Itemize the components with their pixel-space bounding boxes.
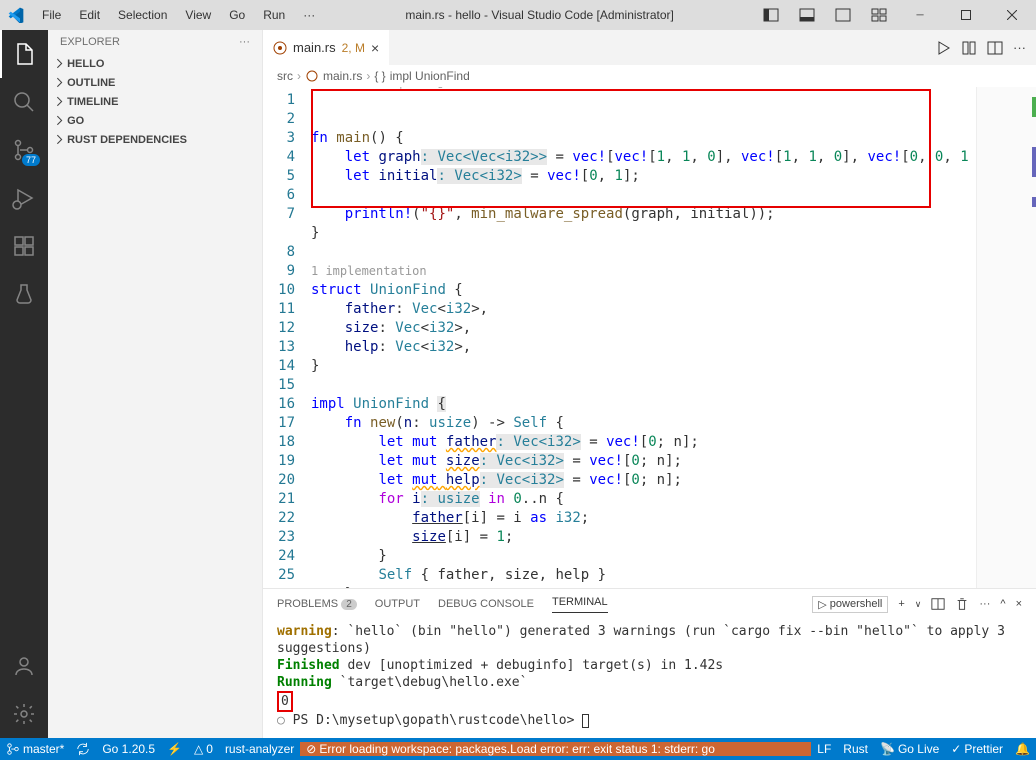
status-bar: master* Go 1.20.5 ⚡ △ 0 rust-analyzer ⊘ …: [0, 738, 1036, 760]
diff-icon[interactable]: [961, 40, 977, 56]
layout-customize-icon[interactable]: [864, 0, 894, 30]
status-lineending[interactable]: LF: [811, 742, 837, 756]
terminal-maximize-icon[interactable]: ^: [1000, 598, 1005, 610]
activity-scm[interactable]: 77: [0, 126, 48, 174]
minimap[interactable]: [976, 87, 1036, 588]
terminal-prompt: PS D:\mysetup\gopath\rustcode\hello>: [293, 713, 583, 728]
rust-file-icon: [273, 41, 287, 55]
status-bell-icon[interactable]: 🔔: [1009, 742, 1036, 756]
menu-more[interactable]: ···: [295, 4, 323, 26]
menu-run[interactable]: Run: [255, 4, 293, 26]
tab-bar: main.rs 2, M × ···: [263, 30, 1036, 65]
activity-debug[interactable]: [0, 174, 48, 222]
tab-close-icon[interactable]: ×: [371, 40, 379, 56]
status-prettier[interactable]: ✓ Prettier: [945, 742, 1009, 756]
activity-account[interactable]: [0, 642, 48, 690]
activity-explorer[interactable]: [0, 30, 48, 78]
status-language[interactable]: Rust: [837, 742, 874, 756]
window-title: main.rs - hello - Visual Studio Code [Ad…: [323, 8, 756, 22]
terminal-trash-icon[interactable]: [955, 597, 969, 611]
code-content[interactable]: Run | Debugfn main() { let graph: Vec<Ve…: [311, 87, 976, 588]
terminal-content[interactable]: warning: `hello` (bin "hello") generated…: [263, 619, 1036, 738]
section-go[interactable]: ⌵GO: [48, 111, 262, 130]
activity-testing[interactable]: [0, 270, 48, 318]
rust-file-icon: [305, 69, 319, 83]
layout-secondary-icon[interactable]: [828, 0, 858, 30]
term-warning: : `hello` (bin "hello") generated 3 warn…: [277, 624, 1005, 656]
scm-badge: 77: [22, 154, 40, 166]
terminal-close-icon[interactable]: ×: [1016, 598, 1022, 610]
panel-tab-debug[interactable]: DEBUG CONSOLE: [438, 598, 534, 610]
sidebar-title: EXPLORER: [60, 36, 120, 48]
status-branch[interactable]: master*: [0, 742, 70, 756]
terminal-new-icon[interactable]: +: [898, 598, 904, 610]
status-golive[interactable]: 📡 Go Live: [874, 742, 945, 756]
menu-edit[interactable]: Edit: [71, 4, 108, 26]
menu-selection[interactable]: Selection: [110, 4, 175, 26]
status-notif[interactable]: △ 0: [188, 742, 219, 756]
breadcrumb[interactable]: src› main.rs› { } impl UnionFind: [263, 65, 1036, 87]
window-close[interactable]: [992, 0, 1032, 30]
run-icon[interactable]: [935, 40, 951, 56]
section-rust-deps[interactable]: ⌵RUST DEPENDENCIES: [48, 130, 262, 149]
tab-main-rs[interactable]: main.rs 2, M ×: [263, 30, 390, 65]
menu-go[interactable]: Go: [221, 4, 253, 26]
section-timeline[interactable]: ⌵TIMELINE: [48, 92, 262, 111]
panel-tab-terminal[interactable]: TERMINAL: [552, 596, 608, 613]
layout-panel-icon[interactable]: [792, 0, 822, 30]
window-maximize[interactable]: [946, 0, 986, 30]
highlight-main-fn: [311, 89, 931, 208]
terminal-more-icon[interactable]: ···: [979, 598, 990, 610]
terminal-split-icon[interactable]: [931, 597, 945, 611]
code-editor[interactable]: 1234567 89101112131415161718192021222324…: [263, 87, 1036, 588]
sidebar-more-icon[interactable]: ···: [239, 36, 250, 48]
split-icon[interactable]: [987, 40, 1003, 56]
status-go-version[interactable]: Go 1.20.5: [96, 742, 161, 756]
layout-primary-icon[interactable]: [756, 0, 786, 30]
more-icon[interactable]: ···: [1013, 40, 1026, 55]
tab-filename: main.rs: [293, 40, 336, 55]
section-outline[interactable]: ⌵OUTLINE: [48, 73, 262, 92]
bottom-panel: PROBLEMS 2 OUTPUT DEBUG CONSOLE TERMINAL…: [263, 588, 1036, 738]
explorer-sidebar: EXPLORER ··· ⌵HELLO ⌵OUTLINE ⌵TIMELINE ⌵…: [48, 30, 263, 738]
status-lightning[interactable]: ⚡: [161, 742, 188, 756]
editor-area: main.rs 2, M × ··· src› main.rs› { } imp…: [263, 30, 1036, 738]
code-lens-run[interactable]: Run | Debug: [371, 87, 444, 92]
window-minimize[interactable]: ─: [900, 0, 940, 30]
activity-search[interactable]: [0, 78, 48, 126]
tab-status: 2, M: [342, 41, 365, 55]
menu-view[interactable]: View: [177, 4, 219, 26]
terminal-shell-select[interactable]: ▷powershell: [812, 596, 888, 613]
menu-file[interactable]: File: [34, 4, 69, 26]
status-sync[interactable]: [70, 742, 96, 756]
titlebar: File Edit Selection View Go Run ··· main…: [0, 0, 1036, 30]
section-hello[interactable]: ⌵HELLO: [48, 54, 262, 73]
program-output: 0: [277, 691, 293, 712]
code-lens-impl[interactable]: 1 implementation: [311, 262, 976, 281]
panel-tab-problems[interactable]: PROBLEMS 2: [277, 598, 357, 610]
activity-extensions[interactable]: [0, 222, 48, 270]
panel-tab-output[interactable]: OUTPUT: [375, 598, 420, 610]
activity-settings[interactable]: [0, 690, 48, 738]
line-numbers: 1234567 89101112131415161718192021222324…: [263, 87, 311, 588]
status-rust-analyzer[interactable]: rust-analyzer: [219, 742, 300, 756]
menubar: File Edit Selection View Go Run ···: [0, 4, 323, 26]
vscode-logo-icon: [8, 7, 24, 23]
activity-bar: 77: [0, 30, 48, 738]
status-error-msg[interactable]: ⊘ Error loading workspace: packages.Load…: [300, 742, 811, 756]
